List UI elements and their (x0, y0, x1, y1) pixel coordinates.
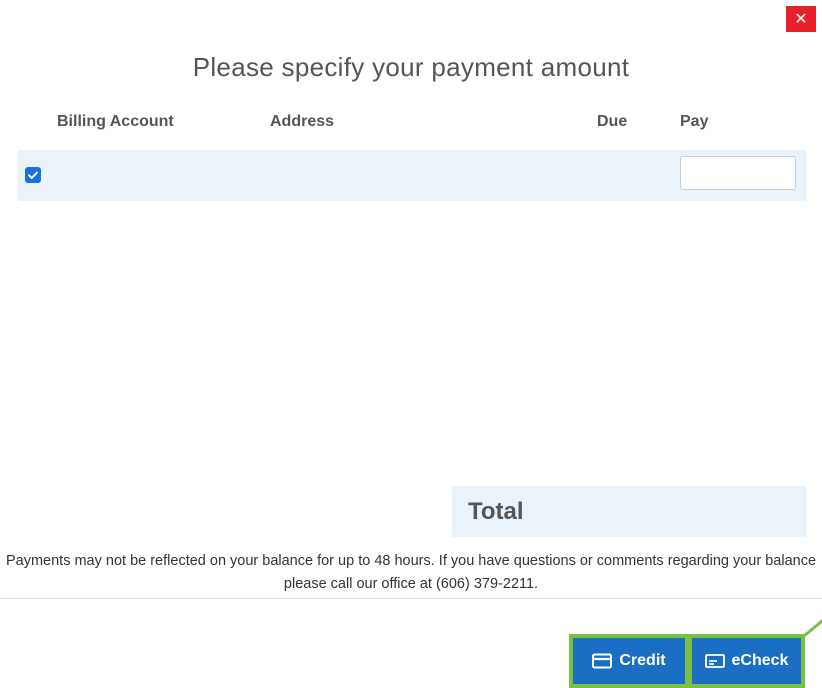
column-header-billing-account: Billing Account (57, 113, 174, 130)
column-header-pay: Pay (680, 113, 709, 130)
total-panel: Total (452, 486, 806, 537)
pay-amount-input[interactable] (680, 156, 796, 190)
footer-divider (0, 598, 822, 599)
credit-card-icon (592, 653, 613, 669)
table-row (18, 150, 806, 201)
credit-button[interactable]: Credit (573, 638, 685, 684)
dialog-title: Please specify your payment amount (192, 52, 630, 82)
echeck-button[interactable]: eCheck (692, 638, 801, 684)
row-checkbox[interactable] (25, 167, 41, 183)
credit-button-label: Credit (619, 652, 666, 669)
check-icon (704, 654, 725, 668)
column-header-due: Due (597, 113, 628, 130)
payment-notice: Payments may not be reflected on your ba… (5, 553, 817, 592)
checkmark-icon (28, 171, 38, 179)
close-button[interactable]: ✕ (786, 6, 816, 32)
total-label: Total (468, 498, 524, 525)
echeck-button-label: eCheck (731, 652, 789, 669)
column-header-address: Address (270, 113, 335, 130)
payment-buttons-highlight: Credit eCheck (569, 634, 805, 688)
